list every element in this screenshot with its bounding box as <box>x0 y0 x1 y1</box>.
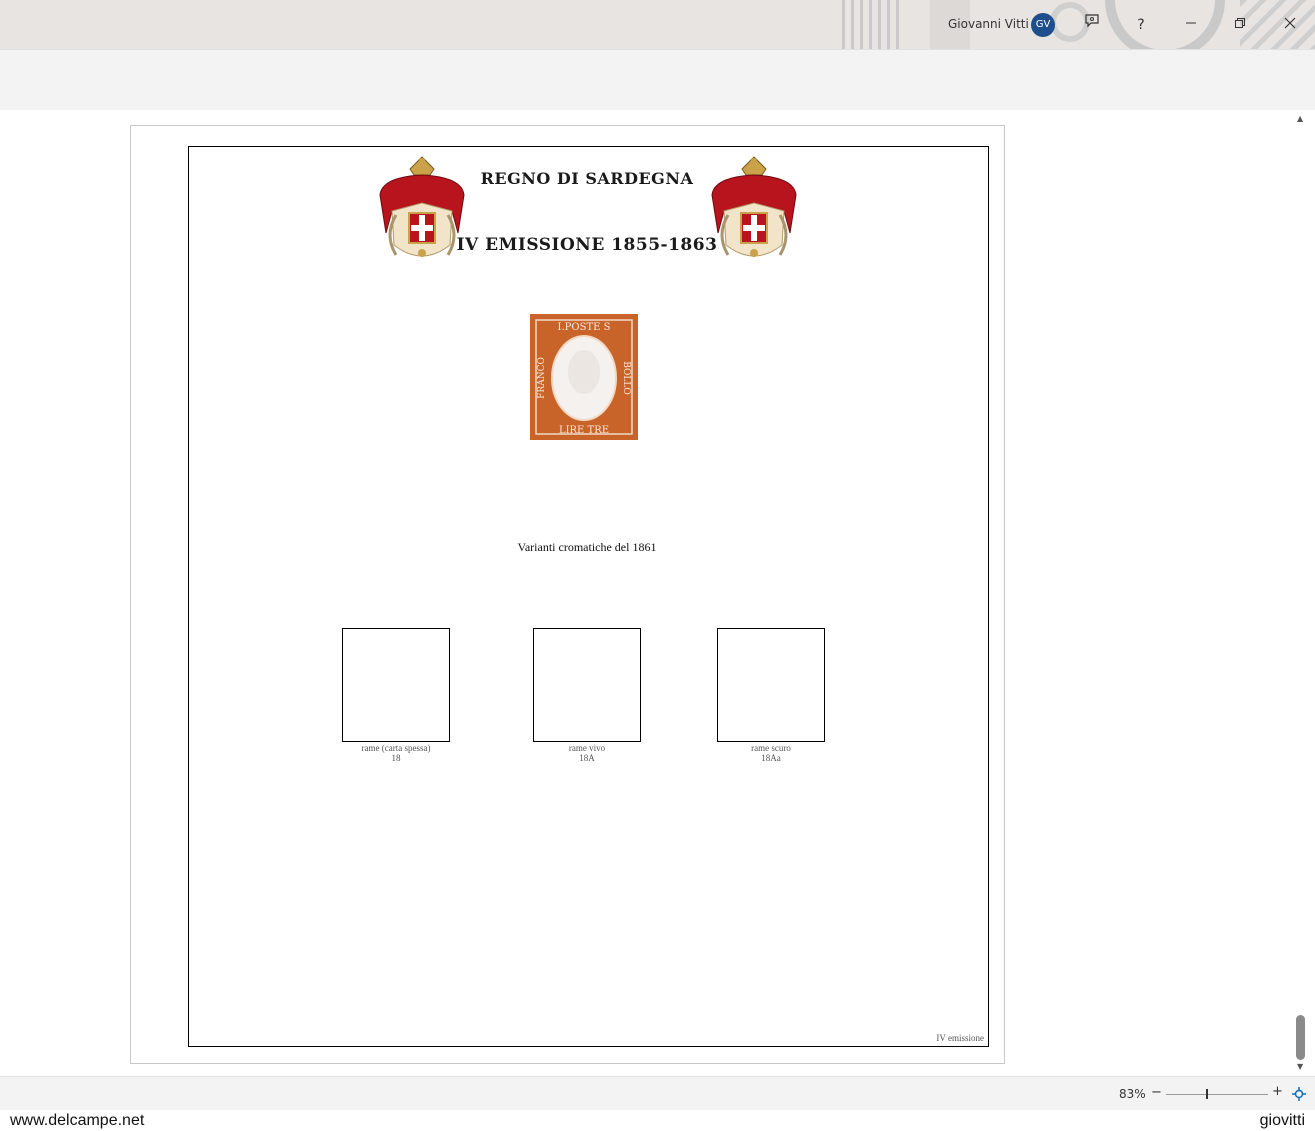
fit-to-window-icon[interactable] <box>1292 1087 1306 1101</box>
account-name[interactable]: Giovanni Vitti <box>948 17 1029 31</box>
zoom-level[interactable]: 83% <box>1119 1087 1146 1101</box>
slot-code: 18 <box>391 753 401 763</box>
slot-name: rame scuro <box>751 743 791 753</box>
slot-name: rame vivo <box>568 743 606 753</box>
page-footer: IV emissione <box>936 1033 984 1043</box>
title-bar: Giovanni Vitti GV ? <box>0 0 1315 49</box>
zoom-in-button[interactable]: + <box>1272 1084 1283 1099</box>
avatar[interactable]: GV <box>1031 13 1055 37</box>
restore-icon[interactable] <box>1227 12 1253 38</box>
feedback-icon[interactable] <box>1079 12 1105 38</box>
ribbon-area <box>0 49 1315 111</box>
zoom-slider-thumb[interactable] <box>1206 1089 1208 1099</box>
scroll-down-icon[interactable]: ▼ <box>1297 1062 1303 1071</box>
watermark-right: giovitti <box>1259 1112 1305 1129</box>
vertical-scrollbar[interactable] <box>1295 110 1307 1076</box>
page-title: REGNO DI SARDEGNA <box>480 169 694 188</box>
scrollbar-thumb[interactable] <box>1296 1015 1305 1060</box>
watermark-left: www.delcampe.net <box>10 1112 145 1129</box>
close-icon[interactable] <box>1277 12 1303 38</box>
stamp-slot <box>717 628 825 742</box>
document-canvas[interactable]: REGNO DI SARDEGNA IV EMISSIONE 1855-1863 <box>0 110 1315 1076</box>
help-icon[interactable]: ? <box>1128 12 1154 38</box>
stamp-slot <box>533 628 641 742</box>
scroll-up-icon[interactable]: ▲ <box>1297 114 1303 123</box>
slot-code: 18Aa <box>761 753 781 763</box>
minimize-icon[interactable] <box>1178 12 1204 38</box>
slot-caption: rame vivo 18A <box>507 743 667 763</box>
coat-of-arms-image <box>711 156 797 257</box>
section-title: Varianti cromatiche del 1861 <box>517 540 657 554</box>
status-bar: 83% − + <box>0 1076 1315 1111</box>
document-page[interactable]: REGNO DI SARDEGNA IV EMISSIONE 1855-1863 <box>130 125 1005 1064</box>
album-frame: REGNO DI SARDEGNA IV EMISSIONE 1855-1863 <box>188 146 989 1047</box>
slot-caption: rame scuro 18Aa <box>691 743 851 763</box>
zoom-out-button[interactable]: − <box>1151 1085 1162 1100</box>
zoom-slider[interactable] <box>1166 1094 1268 1095</box>
slot-name: rame (carta spessa) <box>361 743 431 753</box>
stamp-left-text: FRANCO <box>537 357 547 399</box>
title-decoration <box>842 0 902 49</box>
stamp-image: I.POSTE S LIRE TRE FRANCO BOLLO <box>530 314 638 440</box>
slot-caption: rame (carta spessa) 18 <box>316 743 476 763</box>
stamp-slot <box>342 628 450 742</box>
slot-code: 18A <box>579 753 595 763</box>
stamp-top-text: I.POSTE S <box>558 322 611 333</box>
stamp-right-text: BOLLO <box>621 361 631 395</box>
page-subtitle: IV EMISSIONE 1855-1863 <box>456 235 718 255</box>
stamp-bottom-text: LIRE TRE <box>559 425 609 436</box>
watermark-bar: www.delcampe.net giovitti <box>0 1110 1315 1131</box>
title-decoration <box>1105 0 1225 49</box>
